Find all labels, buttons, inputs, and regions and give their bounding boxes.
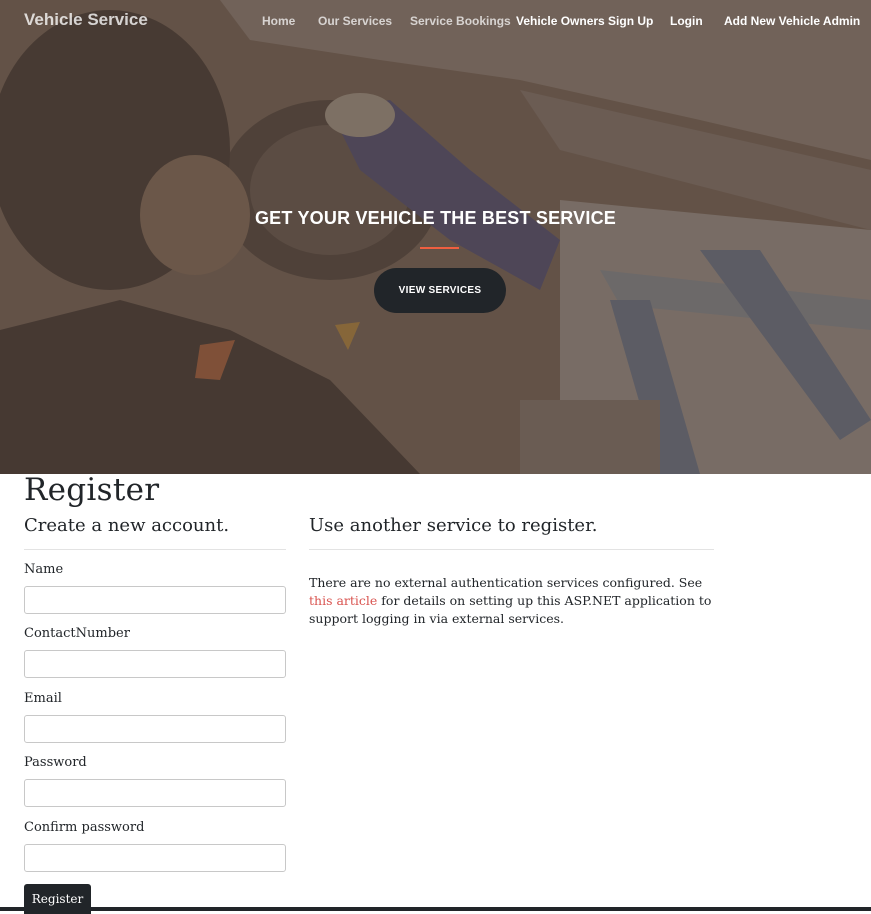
this-article-link[interactable]: this article [309, 593, 377, 608]
hero-section: Vehicle Service Home Our Services Servic… [0, 0, 871, 474]
password-input[interactable] [24, 779, 286, 807]
external-info-text: There are no external authentication ser… [309, 574, 719, 628]
contact-number-input[interactable] [24, 650, 286, 678]
email-input[interactable] [24, 715, 286, 743]
nav-link-vehicle-owners-sign-up[interactable]: Vehicle Owners Sign Up [516, 14, 653, 28]
navbar: Vehicle Service Home Our Services Servic… [0, 0, 871, 42]
external-heading: Use another service to register. [309, 515, 598, 536]
register-divider [24, 549, 286, 550]
confirm-password-input[interactable] [24, 844, 286, 872]
password-label: Password [24, 755, 87, 770]
hero-divider [420, 247, 459, 249]
name-input[interactable] [24, 586, 286, 614]
hero-overlay [0, 0, 871, 474]
nav-link-add-new-vehicle-admin[interactable]: Add New Vehicle Admin [724, 14, 860, 28]
contact-number-label: ContactNumber [24, 626, 130, 641]
hero-title: GET YOUR VEHICLE THE BEST SERVICE [254, 208, 616, 228]
external-info-text-start: There are no external authentication ser… [309, 574, 703, 590]
name-label: Name [24, 562, 64, 577]
bottom-bar [0, 907, 871, 911]
nav-link-home[interactable]: Home [262, 14, 295, 28]
view-services-button[interactable]: VIEW SERVICES [374, 268, 506, 313]
external-divider [309, 549, 714, 550]
confirm-password-label: Confirm password [24, 820, 145, 835]
email-label: Email [24, 691, 62, 706]
nav-link-our-services[interactable]: Our Services [318, 14, 392, 28]
nav-link-login[interactable]: Login [670, 14, 703, 28]
brand-link[interactable]: Vehicle Service [24, 10, 148, 30]
page-title: Register [24, 472, 160, 508]
nav-link-service-bookings[interactable]: Service Bookings [410, 14, 511, 28]
register-subtitle: Create a new account. [24, 515, 230, 536]
